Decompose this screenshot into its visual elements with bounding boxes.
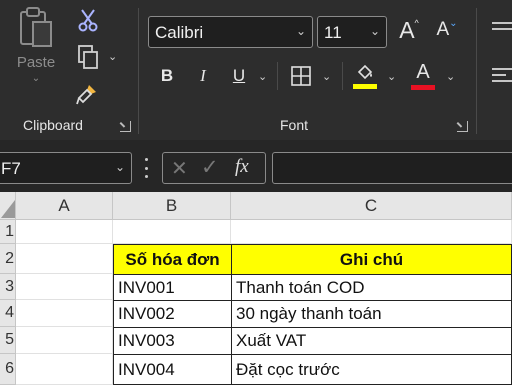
- fill-color-dropdown-icon[interactable]: ⌄: [387, 70, 396, 83]
- cell-a4[interactable]: [16, 300, 113, 327]
- caret-down-icon: ⌄: [449, 17, 458, 29]
- italic-button[interactable]: I: [190, 62, 216, 90]
- cell-c6[interactable]: Đặt cọc trước: [231, 354, 512, 385]
- shrink-font-button[interactable]: A ⌄: [432, 14, 462, 46]
- paint-bucket-icon: [357, 64, 373, 79]
- cut-button[interactable]: [74, 6, 102, 34]
- paste-label: Paste: [16, 54, 56, 71]
- row-header[interactable]: 4: [0, 300, 16, 327]
- chevron-down-icon: ⌄: [114, 160, 125, 174]
- fill-color-button[interactable]: [350, 60, 380, 92]
- cell-a6[interactable]: [16, 354, 113, 385]
- name-box-value: F7: [1, 159, 21, 178]
- align-left-icon: [492, 68, 512, 82]
- borders-button[interactable]: [286, 62, 316, 90]
- column-header-b[interactable]: B: [113, 192, 231, 220]
- cell-c1[interactable]: [231, 220, 512, 244]
- row-header[interactable]: 1: [0, 220, 16, 244]
- divider: [277, 62, 278, 90]
- cell-a3[interactable]: [16, 274, 113, 300]
- divider: [342, 62, 343, 90]
- divider: [476, 8, 477, 134]
- ribbon: Paste ⌄ ⌄ Clipboard Calibri ⌄ 11 ⌄ A ^ A…: [0, 0, 512, 140]
- align-left-button[interactable]: [490, 64, 512, 88]
- name-box[interactable]: F7 ⌄: [0, 152, 132, 184]
- paste-button[interactable]: Paste ⌄: [10, 6, 62, 102]
- copy-icon: [78, 45, 98, 69]
- font-name-combobox[interactable]: Calibri ⌄: [148, 16, 313, 48]
- underline-label: U: [232, 66, 246, 85]
- cell-c3[interactable]: Thanh toán COD: [231, 274, 512, 301]
- more-options-icon[interactable]: [144, 158, 148, 178]
- cancel-icon[interactable]: ✕: [171, 156, 188, 181]
- cell-c4[interactable]: 30 ngày thanh toán: [231, 300, 512, 328]
- cell-c5[interactable]: Xuất VAT: [231, 327, 512, 355]
- chevron-down-icon: ⌄: [295, 24, 306, 38]
- bold-button[interactable]: B: [154, 62, 180, 90]
- column-header-c[interactable]: C: [231, 192, 512, 220]
- font-color-label: A: [416, 61, 430, 83]
- grow-font-button[interactable]: A ^: [394, 14, 424, 46]
- clipboard-group-label: Clipboard: [23, 117, 83, 133]
- font-name-value: Calibri: [155, 23, 204, 42]
- borders-dropdown-icon[interactable]: ⌄: [322, 70, 331, 83]
- fill-color-swatch: [353, 83, 377, 89]
- font-color-dropdown-icon[interactable]: ⌄: [446, 70, 455, 83]
- chevron-down-icon: ⌄: [369, 24, 380, 38]
- cell-b6[interactable]: INV004: [113, 354, 232, 385]
- underline-button[interactable]: U: [226, 62, 252, 90]
- clipboard-icon: [20, 7, 52, 47]
- grow-font-label: A: [399, 16, 415, 43]
- scissors-icon: [78, 9, 98, 32]
- format-painter-button[interactable]: [72, 80, 102, 108]
- font-group-label: Font: [280, 117, 309, 133]
- copy-button[interactable]: [72, 42, 104, 72]
- formula-buttons: ✕ ✓ fx: [162, 152, 266, 184]
- font-launcher-icon[interactable]: [457, 121, 468, 132]
- bold-label: B: [160, 66, 174, 85]
- cell-b3[interactable]: INV001: [113, 274, 232, 301]
- row-header[interactable]: 3: [0, 274, 16, 300]
- copy-dropdown-icon[interactable]: ⌄: [108, 50, 117, 63]
- insert-function-button[interactable]: fx: [235, 156, 249, 178]
- align-top-icon: [492, 22, 512, 30]
- font-color-swatch: [411, 85, 435, 90]
- worksheet-grid: A B C 1 2 Số hóa đơn Ghi chú 3 INV001 Th…: [0, 192, 512, 385]
- select-all-triangle-icon: [0, 199, 15, 218]
- divider: [138, 8, 139, 134]
- paintbrush-icon: [76, 85, 96, 105]
- column-header-a[interactable]: A: [16, 192, 113, 220]
- caret-up-icon: ^: [414, 18, 419, 28]
- font-size-value: 11: [324, 23, 342, 42]
- italic-label: I: [200, 66, 206, 85]
- align-top-button[interactable]: [490, 18, 512, 42]
- row-header[interactable]: 2: [0, 244, 16, 274]
- cell-c2[interactable]: Ghi chú: [231, 244, 512, 275]
- select-all-corner[interactable]: [0, 192, 16, 220]
- cell-b2[interactable]: Số hóa đơn: [113, 244, 232, 275]
- chevron-down-icon: ⌄: [31, 73, 41, 84]
- font-color-button[interactable]: A: [408, 60, 438, 92]
- enter-icon[interactable]: ✓: [201, 155, 219, 180]
- cell-a2[interactable]: [16, 244, 113, 274]
- formula-bar: F7 ⌄ ✕ ✓ fx: [0, 146, 512, 190]
- cell-b1[interactable]: [113, 220, 231, 244]
- underline-dropdown-icon[interactable]: ⌄: [258, 70, 267, 83]
- cell-b4[interactable]: INV002: [113, 300, 232, 328]
- borders-icon: [291, 66, 311, 86]
- cell-a5[interactable]: [16, 327, 113, 354]
- formula-input[interactable]: [272, 152, 512, 184]
- shrink-font-label: A: [436, 19, 450, 40]
- cell-b5[interactable]: INV003: [113, 327, 232, 355]
- clipboard-launcher-icon[interactable]: [120, 121, 131, 132]
- row-header[interactable]: 5: [0, 327, 16, 354]
- font-size-combobox[interactable]: 11 ⌄: [317, 16, 387, 48]
- row-header[interactable]: 6: [0, 354, 16, 385]
- cell-a1[interactable]: [16, 220, 113, 244]
